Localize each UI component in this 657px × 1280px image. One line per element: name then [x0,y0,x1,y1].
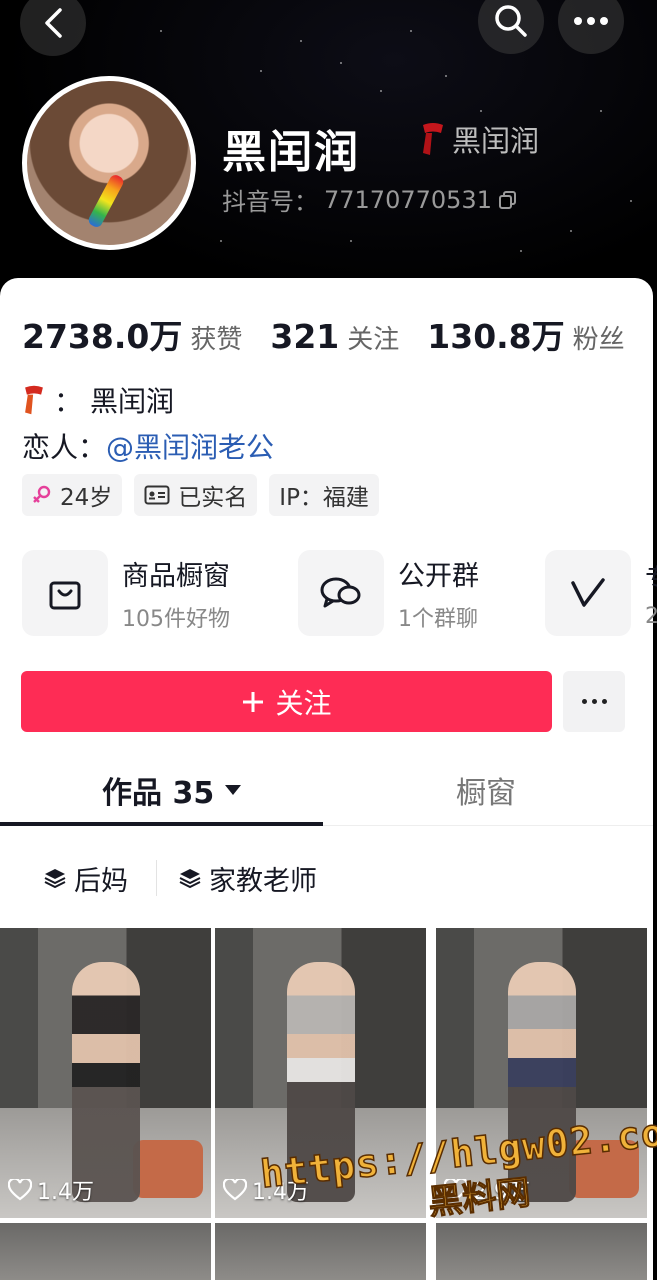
back-button[interactable] [20,0,86,56]
partner-mention-link[interactable]: @黑闰润老公 [106,431,274,464]
video-thumbnail[interactable] [436,1223,647,1280]
stats-row: 2738.0万 获赞 321 关注 130.8万 粉丝 [22,310,653,358]
ip-chip: IP：福建 [269,474,379,516]
douyin-id[interactable]: 抖音号： 77170770531 [222,182,518,217]
douyin-id-label: 抖音号： [222,188,318,216]
search-button[interactable] [478,0,544,54]
v-check-icon [571,578,605,607]
profile-name: 黑闰润 [222,127,360,178]
scarf-icon [25,385,43,415]
ellipsis-icon [574,17,608,25]
candy-decoration [86,172,126,230]
feature-group-subtitle: 1个群聊 [398,606,478,632]
ellipsis-icon [581,699,587,704]
collection-label-1: 后妈 [74,865,128,897]
likes-label: 获赞 [190,325,243,355]
heart-icon [223,1179,247,1201]
bio-colon: ： [54,385,83,418]
tab-works-label: 作品 35 [102,776,215,811]
verified-text: 已实名 [178,485,248,511]
age-chip: 24岁 [22,474,123,516]
id-card-icon [144,485,170,505]
plus-icon [243,691,264,712]
video-likes: 1.4万 [8,1174,94,1206]
feature-shop-window[interactable]: 商品橱窗 105件好物 [22,550,230,636]
feature-third[interactable]: 专 2 [545,550,657,636]
follow-button[interactable]: 关注 [21,671,552,732]
followers-label: 粉丝 [572,325,625,355]
heart-icon [8,1179,32,1201]
divider [156,860,157,896]
feature-shop-subtitle: 105件好物 [122,606,230,632]
bio-line-2: 恋人：@黑闰润老公 [22,426,274,466]
more-options-button[interactable] [558,0,624,54]
likes-count[interactable]: 2738.0万 [22,310,182,358]
ip-text: IP：福建 [279,485,369,511]
feature-third-subtitle: 2 [645,604,657,629]
feature-shop-icon-box [22,550,108,636]
active-tab-indicator [0,822,323,826]
collection-chip-1[interactable]: 后妈 [44,856,128,900]
verified-chip: 已实名 [134,474,258,516]
collection-label-2: 家教老师 [209,865,317,897]
profile-tag[interactable]: 黑闰润 [420,118,539,160]
profile-header: 黑闰润 黑闰润 抖音号： 77170770531 [0,0,657,300]
tab-shop-window[interactable]: 橱窗 [456,768,516,812]
bio-partner-prefix: 恋人： [22,431,107,464]
chat-bubbles-icon [320,577,361,608]
video-figure [72,962,140,1202]
following-label: 关注 [347,325,400,355]
avatar[interactable] [22,76,196,250]
following-count[interactable]: 321 [270,317,339,356]
scarf-icon [423,123,443,155]
age-text: 24岁 [60,485,113,511]
more-actions-button[interactable] [563,671,625,732]
shopping-bag-icon [49,581,81,610]
profile-tag-label: 黑闰润 [452,124,540,158]
copy-icon[interactable] [498,190,518,210]
video-thumbnail[interactable]: 1.4万 [0,928,211,1218]
search-icon [495,5,527,37]
content-tabs: 作品 35 橱窗 [0,768,653,826]
bio-text: 黑闰润 [90,385,175,418]
feature-third-title: 专 [645,557,657,596]
collection-chip-2[interactable]: 家教老师 [179,856,317,900]
tab-works[interactable]: 作品 35 [102,768,242,812]
feature-group-title: 公开群 [398,560,479,592]
stack-icon [179,869,201,889]
female-icon [33,485,51,503]
follow-label: 关注 [275,686,332,720]
feature-third-icon-box [545,550,631,636]
bio-line-1: ： 黑闰润 [22,380,174,420]
video-thumbnail[interactable] [0,1223,211,1280]
feature-group-icon-box [298,550,384,636]
info-chips: 24岁 已实名 IP：福建 [22,474,379,516]
video-likes-count: 1.4万 [37,1180,94,1205]
douyin-id-value: 77170770531 [324,185,492,214]
followers-count[interactable]: 130.8万 [427,310,564,358]
chevron-left-icon [45,8,62,38]
feature-shop-title: 商品橱窗 [122,560,230,592]
caret-down-icon [225,785,242,795]
feature-public-group[interactable]: 公开群 1个群聊 [298,550,479,636]
stack-icon [44,869,66,889]
